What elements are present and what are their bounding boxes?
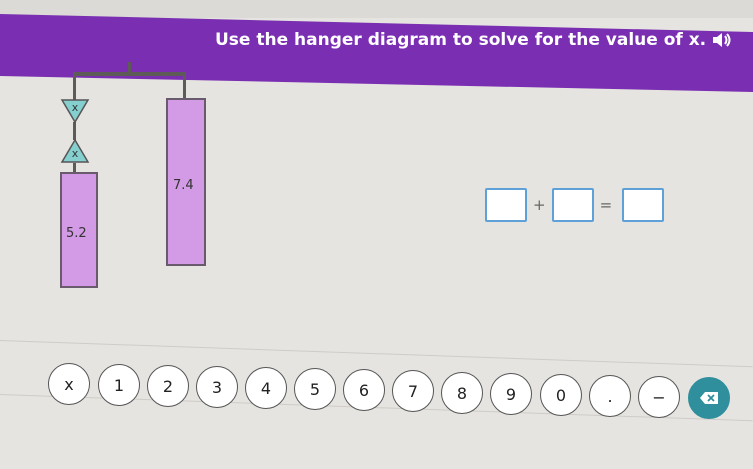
prompt-title: Use the hanger diagram to solve for the … (215, 30, 732, 50)
key-6[interactable]: 6 (343, 369, 385, 411)
prompt-text: Use the hanger diagram to solve for the … (215, 30, 707, 50)
variable-label: x (71, 101, 79, 114)
plus-sign: + (533, 196, 546, 214)
right-block-value: 7.4 (173, 178, 194, 193)
key-3[interactable]: 3 (196, 366, 238, 408)
backspace-icon (700, 392, 718, 404)
key-1[interactable]: 1 (98, 364, 140, 406)
left-block: 5.2 (60, 172, 98, 288)
equals-sign: = (599, 196, 613, 214)
variable-triangle-2: x (60, 138, 90, 164)
top-strip (0, 0, 753, 18)
answer-box-2[interactable] (551, 188, 594, 222)
right-string (183, 72, 186, 100)
keypad-divider-top (0, 340, 753, 368)
key-0[interactable]: 0 (540, 374, 582, 416)
key-2[interactable]: 2 (147, 365, 189, 407)
key-5[interactable]: 5 (294, 368, 336, 410)
variable-label: x (71, 147, 79, 160)
variable-triangle-1: x (60, 98, 90, 124)
key-decimal[interactable]: . (589, 375, 631, 417)
prompt-banner (0, 14, 753, 92)
key-7[interactable]: 7 (392, 370, 434, 412)
speaker-icon[interactable] (712, 32, 732, 48)
key-8[interactable]: 8 (441, 372, 483, 414)
key-x[interactable]: x (48, 363, 90, 405)
answer-box-3[interactable] (622, 188, 665, 222)
right-block: 7.4 (166, 98, 206, 266)
key-delete[interactable] (688, 377, 730, 419)
left-string (73, 72, 76, 100)
left-block-value: 5.2 (66, 226, 87, 241)
key-minus[interactable]: − (638, 376, 680, 418)
hanger-bar (73, 72, 185, 76)
key-9[interactable]: 9 (490, 373, 532, 415)
key-4[interactable]: 4 (245, 367, 287, 409)
equation-row: + = (485, 188, 665, 222)
answer-box-1[interactable] (485, 188, 527, 222)
